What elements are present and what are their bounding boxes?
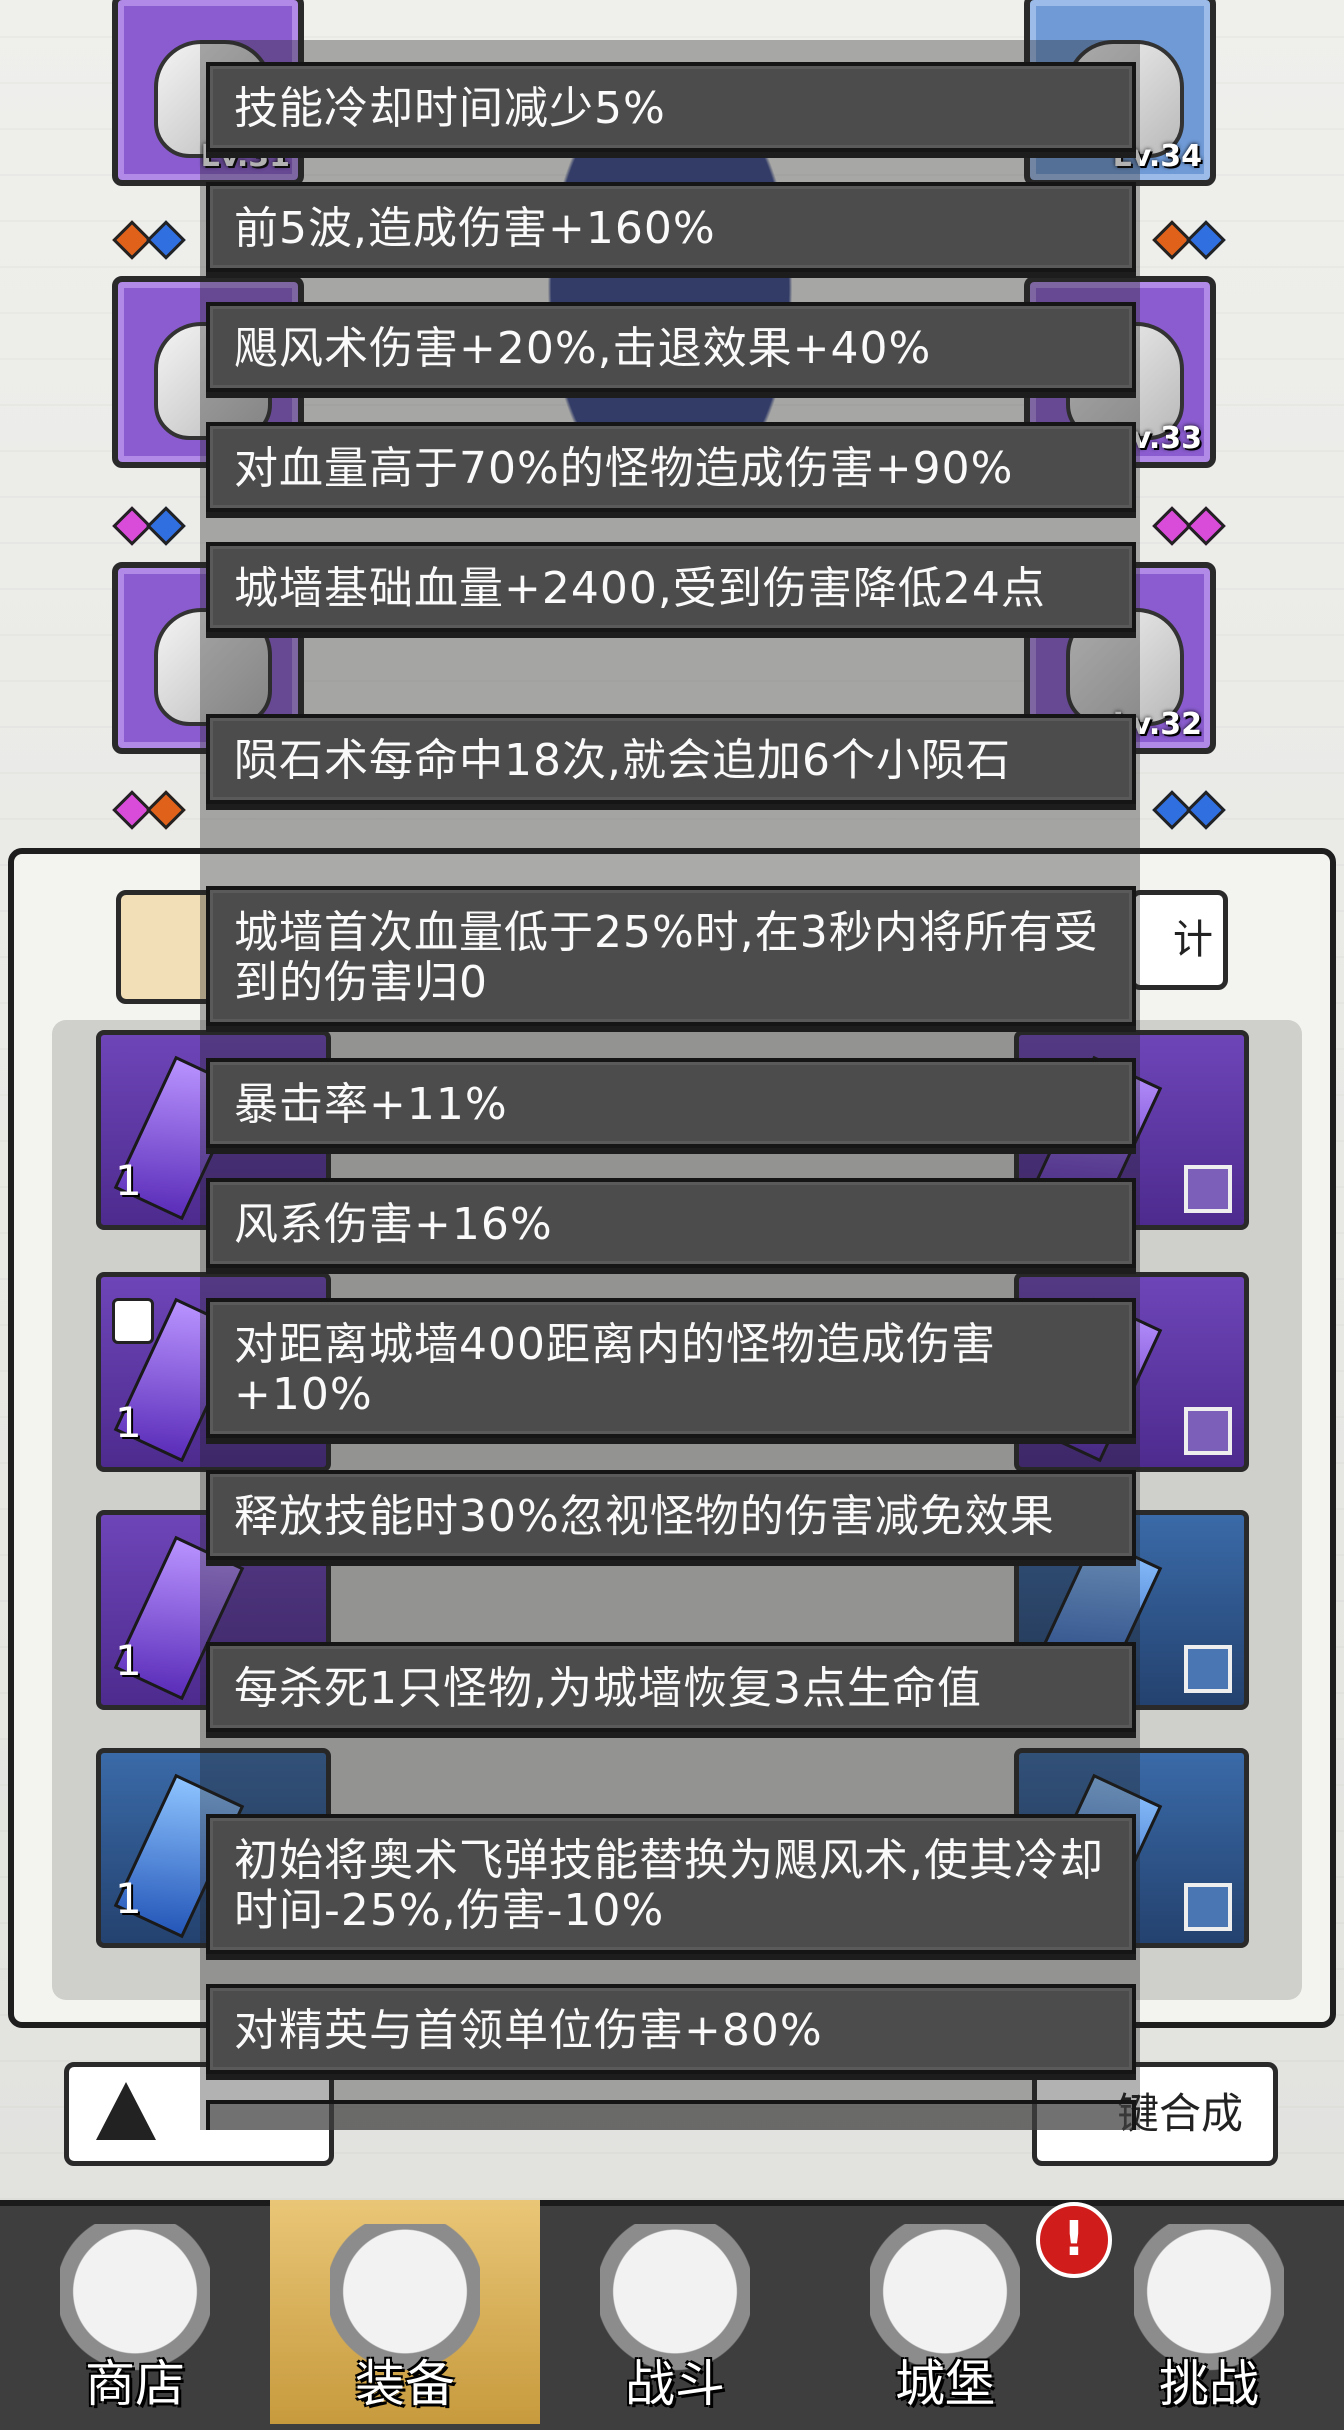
attribute-entry: 对血量高于70%的怪物造成伤害+90%	[206, 422, 1136, 512]
attribute-entry: 风系伤害+16%	[206, 1178, 1136, 1268]
attribute-entry: 城墙首次血量低于25%时,在3秒内将所有受到的伤害归0	[206, 886, 1136, 1026]
card-quantity: 1	[115, 1874, 142, 1923]
nav-label: 挑战	[1159, 2355, 1259, 2413]
attribute-entry: 暴击率+11%	[206, 1058, 1136, 1148]
necklace-badge-icon	[1184, 1407, 1232, 1455]
gauntlet-badge-icon	[1184, 1165, 1232, 1213]
nav-label: 商店	[85, 2355, 185, 2413]
attribute-entry: 初始将奥术飞弹技能替换为飓风术,使其冷却时间-25%,伤害-10%	[206, 1814, 1136, 1954]
nav-equipment[interactable]: 装备	[270, 2200, 540, 2424]
gem-row	[112, 220, 186, 260]
attribute-entry: 飓风术伤害+20%,击退效果+40%	[206, 302, 1136, 392]
blue-gem-icon	[1186, 220, 1226, 260]
gem-row	[112, 506, 186, 546]
card-quantity: 1	[115, 1636, 142, 1685]
blue-gem-icon	[146, 506, 186, 546]
card-quantity: 1	[115, 1398, 142, 1447]
attribute-entry: 陨石术每命中18次,就会追加6个小陨石	[206, 714, 1136, 804]
nav-challenge[interactable]: 挑战	[1074, 2200, 1344, 2424]
nav-label: 城堡	[895, 2355, 995, 2413]
nav-battle[interactable]: 战斗	[540, 2200, 810, 2424]
attribute-entry: 城墙基础血量+2400,受到伤害降低24点	[206, 542, 1136, 632]
attribute-entry: 对距离城墙400距离内的怪物造成伤害+10%	[206, 1298, 1136, 1438]
attribute-entry: 前5波,造成伤害+160%	[206, 182, 1136, 272]
attribute-entry: 每杀死1只怪物,为城墙恢复3点生命值	[206, 1642, 1136, 1732]
nav-label: 装备	[355, 2355, 455, 2413]
attribute-entry-partial	[206, 2100, 1136, 2130]
gem-row	[112, 790, 186, 830]
pink-gem-icon	[1186, 506, 1226, 546]
nav-label: 战斗	[625, 2355, 725, 2413]
stats-button[interactable]: 计	[1130, 890, 1228, 990]
gem-row	[1152, 220, 1226, 260]
gem-row	[1152, 790, 1226, 830]
ring-badge-icon	[1184, 1883, 1232, 1931]
attribute-entry: 对精英与首领单位伤害+80%	[206, 1984, 1136, 2074]
blue-gem-icon	[146, 220, 186, 260]
card-quantity: 1	[115, 1156, 142, 1205]
attribute-entry: 释放技能时30%忽视怪物的伤害减免效果	[206, 1470, 1136, 1560]
armor-badge-icon	[1184, 1645, 1232, 1693]
navigation-arrow-icon	[96, 2082, 156, 2140]
nav-shop[interactable]: 商店	[0, 2200, 270, 2424]
blue-gem-icon	[1186, 790, 1226, 830]
gem-row	[1152, 506, 1226, 546]
attribute-entry: 技能冷却时间减少5%	[206, 62, 1136, 152]
orange-gem-icon	[146, 790, 186, 830]
lock-icon[interactable]	[112, 1298, 154, 1344]
